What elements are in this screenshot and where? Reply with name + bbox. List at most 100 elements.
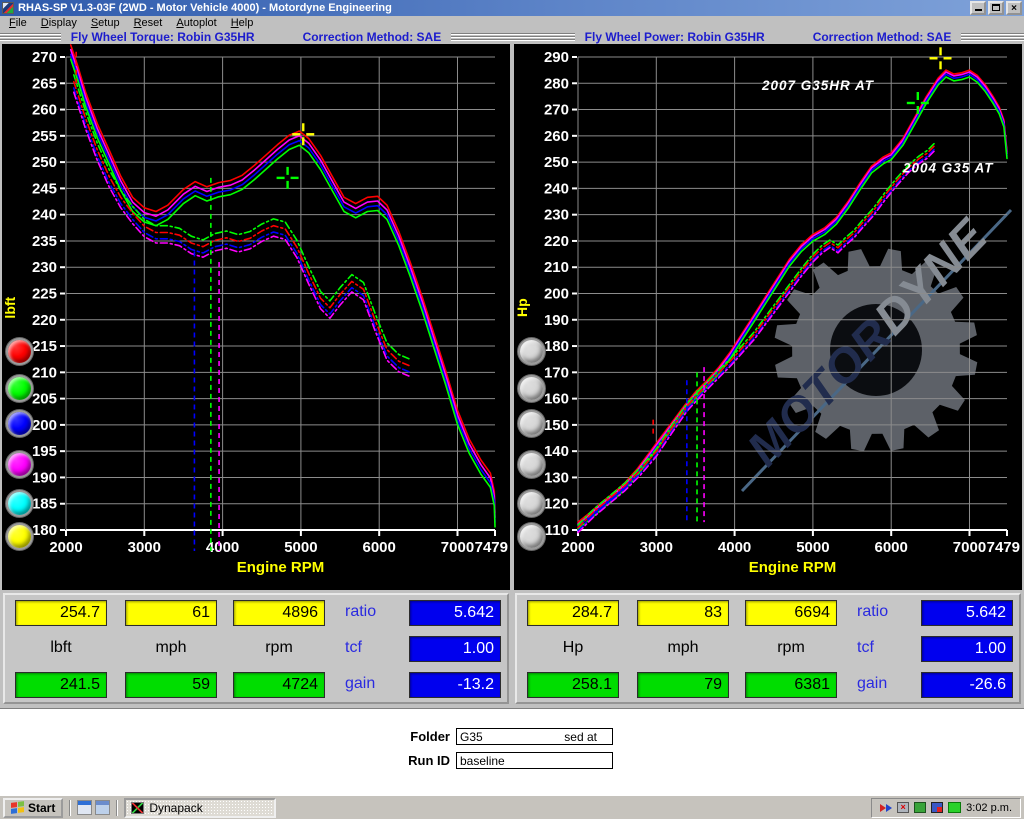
power-chart-header: Fly Wheel Power: Robin G35HR Correction … xyxy=(512,30,1024,44)
y-tick-label: 250 xyxy=(544,154,569,171)
tcf-label: tcf xyxy=(857,636,915,657)
taskbar-divider xyxy=(69,800,71,816)
tray-network-icon[interactable] xyxy=(931,802,943,813)
power-readout-panel: 284.7 83 6694 Hp mph rpm 258.1 79 6381 r… xyxy=(515,593,1021,704)
tray-display-error-icon[interactable]: × xyxy=(897,802,909,813)
y-tick-label: 240 xyxy=(32,207,57,224)
trace-button-4-power[interactable] xyxy=(518,451,545,478)
minimize-button[interactable] xyxy=(970,1,986,15)
series-2007-g35hr-at xyxy=(71,59,495,527)
close-button[interactable]: × xyxy=(1006,1,1022,15)
torque-cursor-value: 254.7 xyxy=(15,600,107,626)
y-tick-label: 245 xyxy=(32,180,57,197)
y-tick-label: 160 xyxy=(544,391,569,408)
y-tick-label: 140 xyxy=(544,443,569,460)
minimize-icon xyxy=(975,9,982,11)
trace-button-3-torque[interactable] xyxy=(6,410,33,437)
quicklaunch-icon-2[interactable] xyxy=(95,800,110,815)
groove-line xyxy=(512,33,575,41)
x-tick-label: 3000 xyxy=(640,539,673,556)
tcf-value: 1.00 xyxy=(921,636,1013,662)
menu-item-reset[interactable]: Reset xyxy=(127,16,170,30)
y-axis-unit-label: lbft xyxy=(2,296,18,318)
y-tick-label: 150 xyxy=(544,417,569,434)
series-2007-g35hr-at xyxy=(71,54,495,522)
restore-button[interactable] xyxy=(988,1,1004,15)
gain-value: -26.6 xyxy=(921,672,1013,698)
ratio-value: 5.642 xyxy=(921,600,1013,626)
torque-unit-label: lbft xyxy=(15,636,107,657)
system-tray: × 3:02 p.m. xyxy=(871,798,1021,818)
trace-button-2-torque[interactable] xyxy=(6,375,33,402)
y-tick-label: 215 xyxy=(32,338,57,355)
task-button-dynapack[interactable]: Dynapack xyxy=(124,798,276,818)
application-window: RHAS-SP V1.3-03F (2WD - Motor Vehicle 40… xyxy=(0,0,1024,819)
y-tick-label: 255 xyxy=(32,128,57,145)
x-tick-label: 2000 xyxy=(561,539,594,556)
groove-line xyxy=(451,33,512,41)
trace-button-4-torque[interactable] xyxy=(6,451,33,478)
menu-item-help[interactable]: Help xyxy=(224,16,261,30)
start-button[interactable]: Start xyxy=(3,798,63,818)
power-cursor-mph: 83 xyxy=(637,600,729,626)
y-tick-label: 210 xyxy=(544,259,569,276)
trace-button-2-power[interactable] xyxy=(518,375,545,402)
trace-button-1-power[interactable] xyxy=(518,338,545,365)
x-tick-label: 7000 xyxy=(953,539,986,556)
footer-section: Folder G35 sed at Run ID baseline Dynapa… xyxy=(0,708,1024,795)
power-cursor-value: 284.7 xyxy=(527,600,619,626)
series-2007-g35hr-at xyxy=(71,50,495,518)
y-tick-label: 205 xyxy=(32,391,57,408)
y-tick-label: 110 xyxy=(545,522,569,539)
trace-button-5-power[interactable] xyxy=(518,490,545,517)
runid-input[interactable]: baseline xyxy=(456,752,613,769)
power-chart-canvas[interactable]: MOTORDYNE2000300040005000600070007479110… xyxy=(514,44,1022,590)
rpm-unit-label: rpm xyxy=(745,636,837,657)
mph-unit-label: mph xyxy=(125,636,217,657)
x-tick-label: 5000 xyxy=(284,539,317,556)
trace-button-1-torque[interactable] xyxy=(6,338,33,365)
tray-volume-icon[interactable] xyxy=(948,802,961,813)
y-axis-unit-label: Hp xyxy=(514,298,530,317)
run-annotation: 2004 G35 AT xyxy=(902,161,994,176)
trace-button-6-power[interactable] xyxy=(518,523,545,550)
y-tick-label: 190 xyxy=(544,312,569,329)
y-tick-label: 200 xyxy=(32,417,57,434)
series-2004-g35-at xyxy=(74,82,409,366)
groove-line xyxy=(961,33,1024,41)
charts-area: 2000300040005000600070007479180185190195… xyxy=(0,44,1024,590)
y-tick-label: 225 xyxy=(32,286,57,303)
rpm-unit-label: rpm xyxy=(233,636,325,657)
folder-input[interactable]: G35 sed at xyxy=(456,728,613,745)
torque-readout-panel: 254.7 61 4896 lbft mph rpm 241.5 59 4724… xyxy=(3,593,509,704)
menu-item-file[interactable]: File xyxy=(2,16,34,30)
ratio-label: ratio xyxy=(345,600,403,621)
gain-value: -13.2 xyxy=(409,672,501,698)
torque-chart-canvas[interactable]: 2000300040005000600070007479180185190195… xyxy=(2,44,510,590)
menu-item-display[interactable]: Display xyxy=(34,16,84,30)
dynapack-app-icon xyxy=(131,802,144,814)
folder-value: G35 xyxy=(460,730,483,744)
gridlines xyxy=(578,57,1007,530)
y-tick-label: 260 xyxy=(32,102,57,119)
y-tick-label: 185 xyxy=(32,496,57,513)
trace-button-5-torque[interactable] xyxy=(6,490,33,517)
menu-item-autoplot[interactable]: Autoplot xyxy=(169,16,223,30)
x-tick-label: 6000 xyxy=(875,539,908,556)
tray-arrows-icon[interactable] xyxy=(880,804,892,812)
y-tick-label: 235 xyxy=(32,233,57,250)
power-run2-rpm: 6381 xyxy=(745,672,837,698)
x-tick-label: 7479 xyxy=(987,539,1020,556)
y-tick-label: 250 xyxy=(32,154,57,171)
menu-bar: FileDisplaySetupResetAutoplotHelp xyxy=(0,16,1024,30)
windows-flag-icon xyxy=(11,801,24,814)
tray-green-icon[interactable] xyxy=(914,802,926,813)
trace-button-6-torque[interactable] xyxy=(6,523,33,550)
y-tick-label: 120 xyxy=(544,496,569,513)
trace-button-3-power[interactable] xyxy=(518,410,545,437)
x-tick-label: 3000 xyxy=(128,539,161,556)
menu-item-setup[interactable]: Setup xyxy=(84,16,127,30)
quicklaunch-icon-1[interactable] xyxy=(77,800,92,815)
y-tick-label: 195 xyxy=(32,443,57,460)
gain-label: gain xyxy=(857,672,915,693)
